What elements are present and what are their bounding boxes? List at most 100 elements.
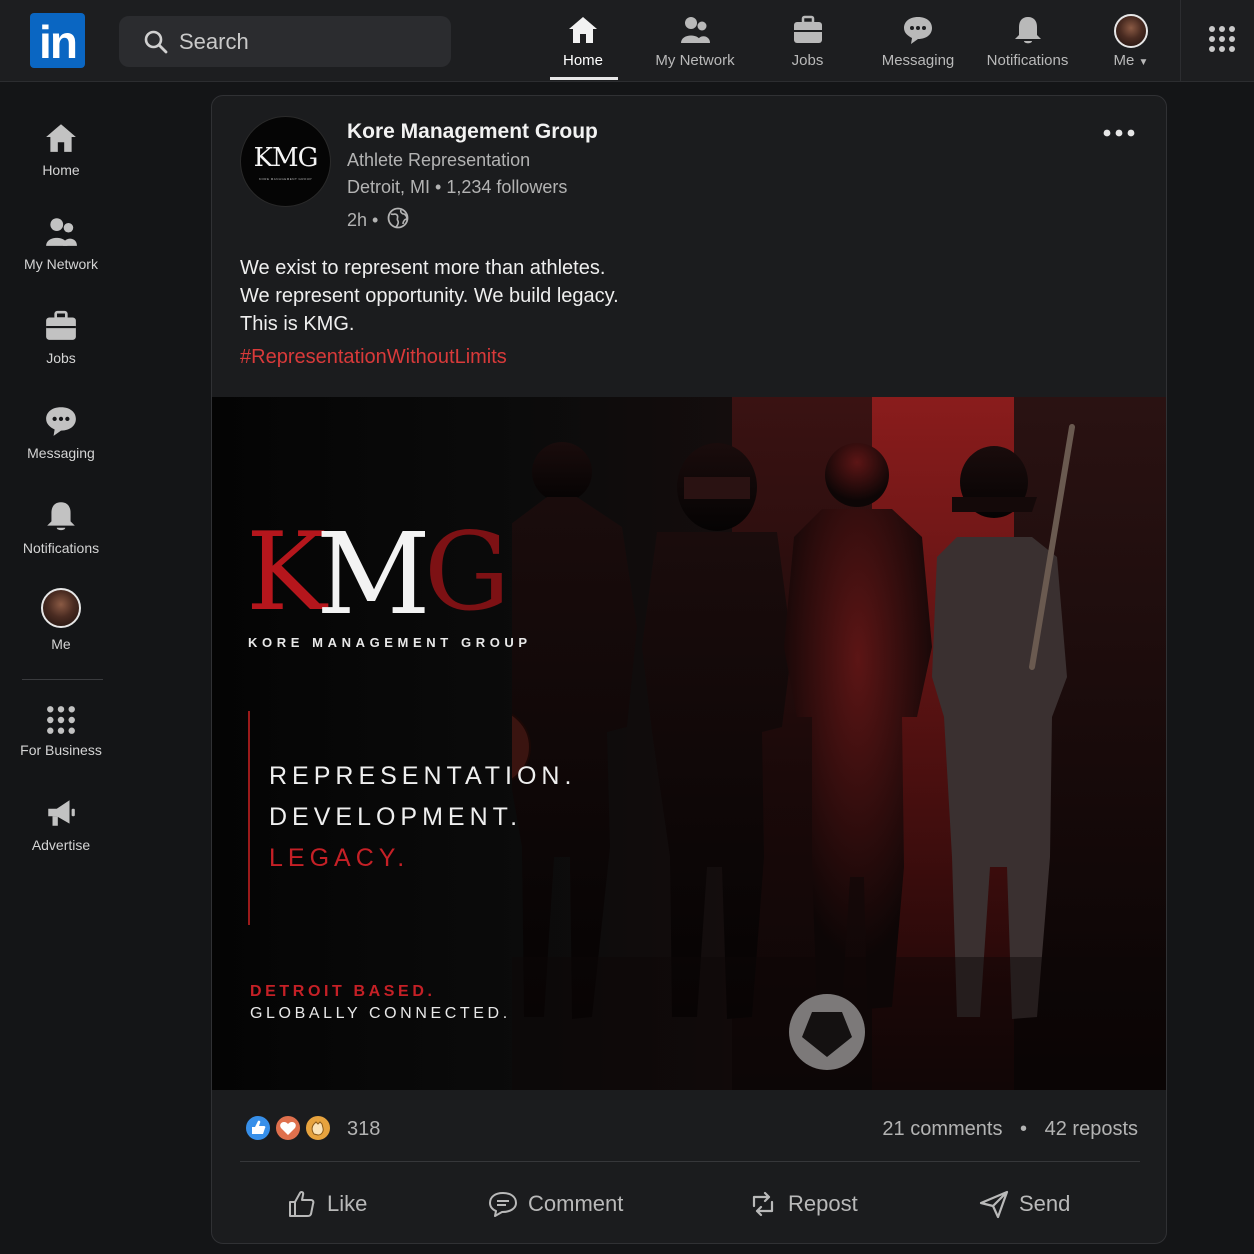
nav-my-network[interactable]: My Network [645, 10, 745, 80]
left-sidebar: Home My Network Jobs Messaging Notificat… [0, 83, 122, 1254]
sidebar-item-label: Home [42, 162, 80, 178]
nav-notifications-label: Notifications [986, 52, 1069, 69]
messaging-icon [46, 407, 76, 436]
post-text-line: We exist to represent more than athletes… [240, 257, 606, 279]
sidebar-item-home[interactable]: Home [0, 121, 122, 178]
nav-my-network-label: My Network [655, 52, 735, 69]
sidebar-item-jobs[interactable]: Jobs [0, 309, 122, 366]
stats-divider [240, 1161, 1140, 1162]
top-navigation-bar: in Home My Network Jobs [0, 0, 1254, 82]
megaphone-icon [48, 800, 75, 826]
sidebar-item-label: Advertise [31, 837, 91, 853]
thumbs-up-icon [289, 1190, 315, 1217]
celebrate-reaction-icon [304, 1114, 332, 1142]
sidebar-item-label: My Network [24, 256, 98, 272]
kmg-logo-subtitle: KORE MANAGEMENT GROUP [248, 635, 532, 650]
sidebar-item-for-business[interactable]: For Business [0, 705, 122, 758]
tagline-line: REPRESENTATION. [269, 762, 577, 790]
grid-icon [47, 706, 75, 734]
messaging-icon [904, 17, 932, 44]
bell-icon [1014, 17, 1041, 44]
post-image[interactable]: K M G KORE MANAGEMENT GROUP REPRESENTATI… [212, 397, 1166, 1090]
post-author-meta: Detroit, MI • 1,234 followers [347, 177, 568, 197]
sidebar-item-label: Jobs [46, 350, 76, 366]
more-options-icon[interactable] [1102, 128, 1136, 138]
send-button-label: Send [1019, 1191, 1071, 1216]
briefcase-icon [793, 15, 822, 43]
sidebar-divider [22, 679, 103, 680]
post-author-name[interactable]: Kore Management Group [347, 120, 598, 144]
comments-reposts-summary[interactable]: 21 comments • 42 reposts [882, 1118, 1138, 1141]
nav-jobs-label: Jobs [791, 52, 824, 69]
comment-button-label: Comment [528, 1191, 624, 1216]
sidebar-item-my-network[interactable]: My Network [0, 215, 122, 272]
location-line: DETROIT BASED. [250, 983, 436, 1000]
tagline-line: LEGACY. [269, 844, 410, 872]
reposts-count[interactable]: 42 reposts [1045, 1118, 1138, 1140]
search-input[interactable] [179, 25, 439, 59]
repost-button[interactable]: Repost [747, 1176, 858, 1232]
nav-jobs[interactable]: Jobs [770, 10, 845, 80]
svg-text:G: G [424, 510, 510, 627]
nav-me-label: Me [1113, 52, 1135, 69]
post-text-line: We represent opportunity. We build legac… [240, 285, 619, 307]
sidebar-item-advertise[interactable]: Advertise [0, 796, 122, 853]
post-hashtag-link[interactable]: #RepresentationWithoutLimits [240, 346, 507, 369]
feed-post: KMG KORE MANAGEMENT GROUP Kore Managemen… [211, 95, 1167, 1244]
reaction-count[interactable]: 318 [347, 1118, 380, 1141]
nav-home[interactable]: Home [527, 10, 639, 80]
post-timestamp: 2h • [347, 210, 379, 230]
grid-icon [1209, 26, 1235, 52]
kmg-logo: K M G [246, 510, 510, 627]
tagline-line: DEVELOPMENT. [269, 803, 523, 831]
like-button[interactable]: Like [286, 1176, 367, 1232]
search-icon [144, 30, 168, 54]
active-tab-indicator [550, 77, 618, 80]
sidebar-item-messaging[interactable]: Messaging [0, 404, 122, 461]
svg-text:M: M [316, 510, 431, 627]
like-reaction-icon [244, 1114, 272, 1142]
repost-icon [752, 1191, 774, 1217]
comment-button[interactable]: Comment [487, 1176, 623, 1232]
nav-home-label: Home [562, 52, 603, 69]
comment-icon [489, 1192, 517, 1217]
like-button-label: Like [327, 1191, 368, 1216]
company-avatar-monogram: KMG [253, 143, 319, 173]
repost-button-label: Repost [788, 1191, 858, 1216]
post-text-line: This is KMG. [240, 313, 355, 335]
avatar [41, 588, 81, 628]
athletes-illustration [512, 424, 1166, 1090]
company-avatar[interactable]: KMG KORE MANAGEMENT GROUP [240, 116, 331, 207]
home-icon [569, 17, 597, 43]
nav-messaging[interactable]: Messaging [873, 10, 963, 80]
nav-me[interactable]: Me ▼ [1100, 10, 1162, 80]
separator-dot: • [1020, 1118, 1028, 1140]
post-text: We exist to represent more than athletes… [240, 254, 619, 338]
company-avatar-subtext: KORE MANAGEMENT GROUP [258, 177, 313, 181]
sidebar-item-label: Messaging [27, 445, 95, 461]
comments-count[interactable]: 21 comments [882, 1118, 1002, 1140]
send-button[interactable]: Send [978, 1176, 1070, 1232]
love-reaction-icon [274, 1114, 302, 1142]
sidebar-item-me[interactable]: Me [0, 588, 122, 652]
globe-icon [387, 207, 409, 229]
network-icon [681, 17, 710, 43]
network-icon [46, 218, 77, 246]
home-icon [46, 124, 76, 152]
chevron-down-icon: ▼ [1138, 57, 1149, 68]
nav-notifications[interactable]: Notifications [980, 10, 1075, 80]
nav-messaging-label: Messaging [881, 52, 955, 69]
sidebar-item-label: Me [51, 636, 71, 652]
send-icon [979, 1190, 1009, 1219]
avatar [1114, 14, 1148, 48]
briefcase-icon [46, 310, 76, 340]
bell-icon [47, 502, 75, 531]
sidebar-item-notifications[interactable]: Notifications [0, 499, 122, 556]
location-line: GLOBALLY CONNECTED. [250, 1005, 511, 1022]
sidebar-item-label: For Business [20, 742, 102, 758]
search-bar[interactable] [119, 16, 451, 67]
apps-menu[interactable] [1180, 0, 1254, 82]
post-author-headline: Athlete Representation [347, 150, 531, 170]
linkedin-logo[interactable]: in [30, 13, 85, 68]
sidebar-item-label: Notifications [22, 540, 100, 556]
